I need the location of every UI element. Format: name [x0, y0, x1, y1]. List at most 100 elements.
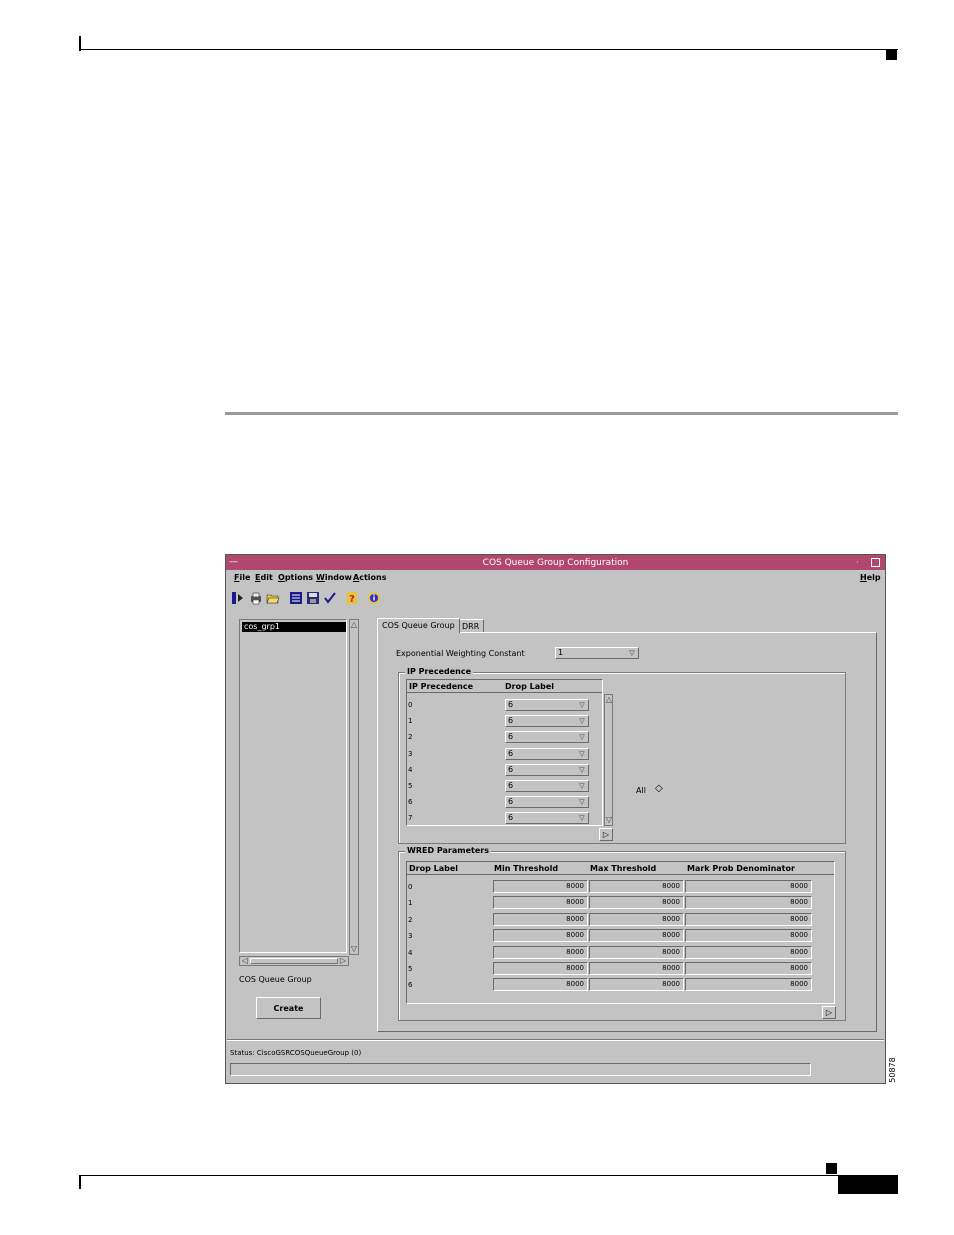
max-threshold-field[interactable]: 8000 [589, 896, 684, 909]
all-toggle-diamond-icon[interactable]: ◇ [655, 783, 663, 794]
exit-icon[interactable] [230, 590, 245, 605]
window-title: COS Queue Group Configuration [482, 557, 629, 568]
status-bar [230, 1063, 811, 1076]
precedence-label: 2 [408, 733, 413, 741]
footer-left-bar [79, 1175, 81, 1189]
save-icon[interactable] [305, 590, 320, 605]
window-titlebar[interactable]: — COS Queue Group Configuration · [226, 555, 885, 570]
ip-precedence-title: IP Precedence [405, 667, 474, 676]
ewc-label: Exponential Weighting Constant [396, 649, 525, 658]
max-threshold-field[interactable]: 8000 [589, 946, 684, 959]
scroll-right-icon[interactable]: ▷ [338, 956, 348, 966]
mark-prob-field[interactable]: 8000 [685, 946, 812, 959]
tab-drr[interactable]: DRR [457, 619, 485, 632]
max-threshold-field[interactable]: 8000 [589, 929, 684, 942]
menubar: File Edit Options Window Actions Help [226, 571, 885, 586]
mark-prob-field[interactable]: 8000 [685, 962, 812, 975]
list-item[interactable]: cos_grp1 [242, 622, 346, 632]
chevron-down-icon: ▽ [579, 717, 585, 725]
max-threshold-field[interactable]: 8000 [589, 880, 684, 893]
wred-drop-label: 1 [408, 899, 413, 907]
drop-label-select[interactable]: 6 ▽ [505, 812, 589, 824]
list-vertical-scrollbar[interactable]: △ ▽ [349, 619, 359, 955]
precedence-label: 4 [408, 766, 413, 774]
list-icon[interactable] [288, 590, 303, 605]
minimize-icon[interactable]: · [856, 558, 865, 567]
max-threshold-field[interactable]: 8000 [589, 913, 684, 926]
max-threshold-field[interactable]: 8000 [589, 978, 684, 991]
mark-prob-field[interactable]: 8000 [685, 913, 812, 926]
list-caption: COS Queue Group [239, 975, 312, 984]
col-mark-prob-denominator: Mark Prob Denominator [687, 864, 795, 873]
check-icon[interactable] [322, 590, 337, 605]
col-ip-precedence: IP Precedence [409, 682, 474, 691]
print-icon[interactable] [248, 590, 263, 605]
list-horizontal-scrollbar[interactable]: ◁ ▷ [239, 956, 349, 966]
min-threshold-field[interactable]: 8000 [493, 946, 588, 959]
cos-queue-group-window: — COS Queue Group Configuration · File E… [225, 554, 886, 1084]
header-marker [886, 50, 897, 60]
status-text: Status: CiscoGSRCOSQueueGroup (0) [230, 1049, 362, 1057]
col-max-threshold: Max Threshold [590, 864, 657, 873]
scroll-left-icon[interactable]: ◁ [240, 956, 250, 966]
footer-marker [826, 1163, 837, 1174]
min-threshold-field[interactable]: 8000 [493, 896, 588, 909]
toolbar: ? [230, 590, 430, 608]
menu-options[interactable]: Options [278, 573, 313, 582]
scroll-down-icon[interactable]: ▽ [605, 815, 613, 825]
help-icon[interactable]: ? [344, 590, 359, 605]
menu-file[interactable]: File [234, 573, 250, 582]
table-corner-button[interactable]: ▷ [599, 828, 613, 841]
min-threshold-field[interactable]: 8000 [493, 880, 588, 893]
col-min-threshold: Min Threshold [494, 864, 559, 873]
precedence-label: 7 [408, 814, 413, 822]
scroll-down-icon[interactable]: ▽ [350, 944, 358, 954]
mark-prob-field[interactable]: 8000 [685, 978, 812, 991]
window-menu-icon[interactable]: — [229, 558, 239, 567]
wred-drop-label: 2 [408, 916, 413, 924]
min-threshold-field[interactable]: 8000 [493, 962, 588, 975]
info-icon[interactable] [366, 590, 381, 605]
scroll-thumb[interactable] [250, 958, 338, 964]
section-divider [225, 412, 898, 415]
wred-parameters-title: WRED Parameters [405, 846, 491, 855]
status-separator [227, 1039, 884, 1041]
menu-window[interactable]: Window [316, 573, 352, 582]
precedence-label: 1 [408, 717, 413, 725]
maximize-icon[interactable] [871, 558, 880, 567]
svg-text:?: ? [349, 594, 355, 605]
min-threshold-field[interactable]: 8000 [493, 978, 588, 991]
drop-label-select[interactable]: 6 ▽ [505, 748, 589, 760]
tab-panel: Exponential Weighting Constant 1 ▽ IP Pr… [377, 632, 877, 1032]
tab-cos-queue-group[interactable]: COS Queue Group [377, 618, 460, 633]
ip-precedence-group: IP Precedence IP Precedence Drop Label 0… [398, 667, 846, 844]
drop-label-select[interactable]: 6 ▽ [505, 715, 589, 727]
menu-help[interactable]: Help [860, 573, 881, 582]
mark-prob-field[interactable]: 8000 [685, 929, 812, 942]
drop-label-select[interactable]: 6 ▽ [505, 731, 589, 743]
table-corner-button[interactable]: ▷ [822, 1006, 836, 1019]
open-icon[interactable] [265, 590, 280, 605]
min-threshold-field[interactable]: 8000 [493, 929, 588, 942]
wred-drop-label: 3 [408, 932, 413, 940]
max-threshold-field[interactable]: 8000 [589, 962, 684, 975]
drop-label-select[interactable]: 6 ▽ [505, 764, 589, 776]
scroll-up-icon[interactable]: △ [605, 695, 613, 705]
mark-prob-field[interactable]: 8000 [685, 896, 812, 909]
create-button[interactable]: Create [256, 997, 321, 1019]
chevron-down-icon: ▽ [579, 750, 585, 758]
scroll-up-icon[interactable]: △ [350, 620, 358, 630]
menu-actions[interactable]: Actions [353, 573, 386, 582]
drop-label-select[interactable]: 6 ▽ [505, 780, 589, 792]
queue-group-list[interactable]: cos_grp1 [239, 619, 347, 953]
ewc-select[interactable]: 1 ▽ [555, 647, 639, 659]
mark-prob-field[interactable]: 8000 [685, 880, 812, 893]
ip-precedence-scrollbar[interactable]: △ ▽ [604, 694, 613, 826]
menu-edit[interactable]: Edit [255, 573, 273, 582]
ip-precedence-table: IP Precedence Drop Label 0 6 ▽ 1 6 ▽ 2 6 ▽ … [406, 679, 603, 826]
drop-label-select[interactable]: 6 ▽ [505, 699, 589, 711]
header-rule [79, 49, 898, 50]
col-drop-label: Drop Label [409, 864, 458, 873]
drop-label-select[interactable]: 6 ▽ [505, 796, 589, 808]
min-threshold-field[interactable]: 8000 [493, 913, 588, 926]
